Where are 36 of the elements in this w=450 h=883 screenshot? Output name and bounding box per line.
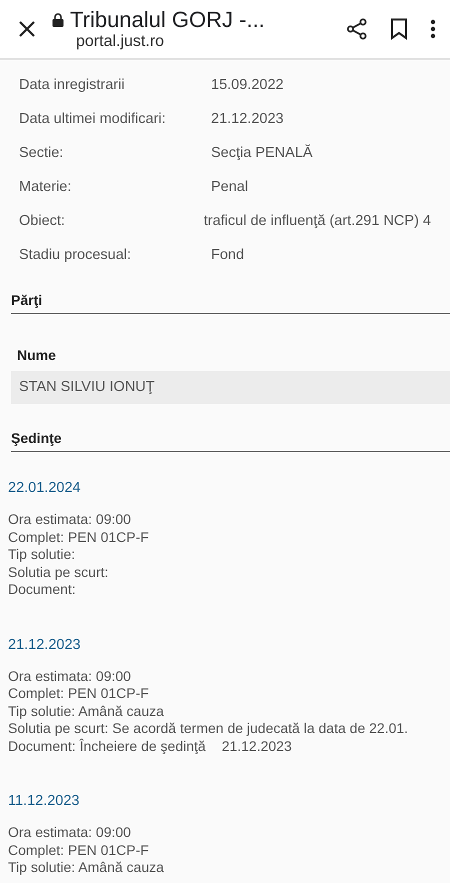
session-detail: Document: Încheiere de şedinţă: [8, 738, 206, 755]
session-detail: Complet: PEN 01CP-F: [8, 842, 149, 859]
field-value: Secţia PENALĂ: [211, 145, 313, 161]
field-label: Sectie:: [19, 145, 64, 161]
field-value: traficul de influenţă (art.291 NCP) 4: [204, 213, 431, 229]
session-detail: Tip solutie:: [8, 546, 76, 564]
page-title: Tribunalul GORJ -...: [70, 7, 265, 33]
field-value: Penal: [211, 179, 248, 195]
session-detail: Solutia pe scurt: Se acordă termen de judecată la data de 22.01.: [8, 720, 408, 738]
session-detail: Tip solutie: Amână cauza: [8, 859, 164, 876]
session-detail: Complet: PEN 01CP-F: [8, 528, 149, 546]
section-heading: Părţi: [11, 280, 450, 314]
field-label: Data ultimei modificari:: [19, 111, 167, 127]
field-label: Materie:: [19, 179, 72, 195]
field-label: Stadiu procesual:: [19, 247, 132, 263]
document-date: 21.12.2023: [222, 738, 292, 755]
field-value: 21.12.2023: [211, 111, 284, 127]
field-label: Data inregistrarii: [19, 77, 126, 93]
field-value: 15.09.2022: [211, 77, 284, 93]
field-label: Obiect:: [19, 213, 66, 229]
session-date: 22.01.2024: [8, 480, 82, 496]
page-url: portal.just.ro: [76, 33, 166, 51]
column-header: Nume: [16, 346, 57, 365]
session-detail: Complet: PEN 01CP-F: [8, 685, 149, 702]
field-value: Fond: [211, 247, 244, 263]
session-detail: Ora estimata: 09:00: [8, 511, 131, 528]
session-date: 21.12.2023: [8, 636, 82, 652]
session-detail: Solutia pe scurt:: [8, 564, 108, 581]
session-detail: Ora estimata: 09:00: [8, 824, 131, 842]
session-detail: Tip solutie: Amână cauza: [8, 702, 164, 720]
session-detail: Document:: [8, 581, 76, 598]
section-heading: Şedinţe: [11, 418, 450, 452]
lock-icon: [52, 13, 64, 27]
session-date: 11.12.2023: [8, 793, 80, 809]
session-detail: Ora estimata: 09:00: [8, 668, 131, 685]
table-cell: STAN SILVIU IONUŢ: [11, 371, 450, 404]
